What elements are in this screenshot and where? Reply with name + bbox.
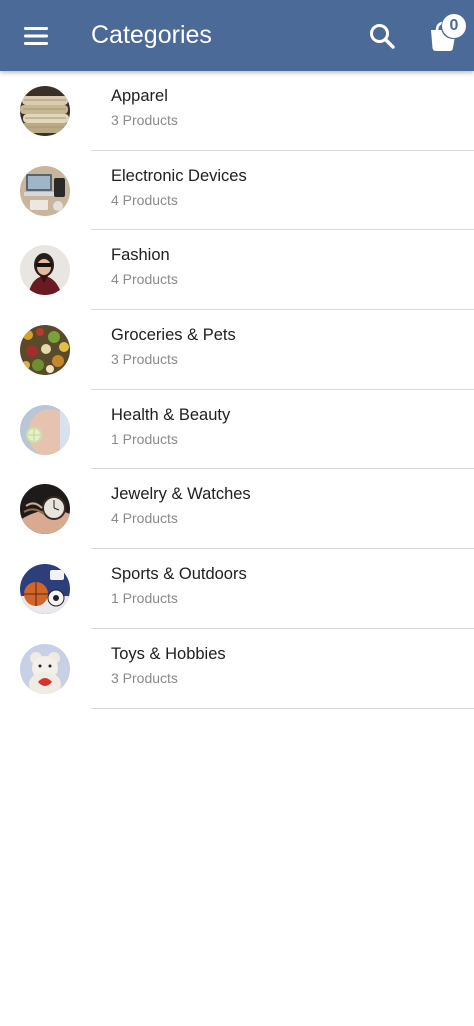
jewelry-watches-thumbnail xyxy=(20,484,70,535)
divider xyxy=(91,707,474,709)
category-name: Sports & Outdoors xyxy=(111,565,247,584)
hamburger-menu-icon xyxy=(24,27,48,45)
category-name: Jewelry & Watches xyxy=(111,485,251,504)
toys-hobbies-thumbnail xyxy=(20,643,70,694)
sports-outdoors-thumbnail xyxy=(20,564,70,615)
category-item-health-beauty[interactable]: Health & Beauty 1 Products xyxy=(0,390,474,470)
categories-screen: Categories 0 Apparel 3 Products Electron… xyxy=(0,0,474,1026)
category-item-electronic-devices[interactable]: Electronic Devices 4 Products xyxy=(0,151,474,231)
category-item-sports-outdoors[interactable]: Sports & Outdoors 1 Products xyxy=(0,549,474,629)
category-product-count: 4 Products xyxy=(111,510,178,527)
search-icon xyxy=(370,24,395,49)
electronic-devices-thumbnail xyxy=(20,165,70,216)
search-button[interactable] xyxy=(362,16,402,56)
category-item-toys-hobbies[interactable]: Toys & Hobbies 3 Products xyxy=(0,629,474,709)
category-item-groceries-pets[interactable]: Groceries & Pets 3 Products xyxy=(0,310,474,390)
category-list: Apparel 3 Products Electronic Devices 4 … xyxy=(0,71,474,709)
category-item-jewelry-watches[interactable]: Jewelry & Watches 4 Products xyxy=(0,469,474,550)
category-product-count: 3 Products xyxy=(111,112,178,128)
category-name: Toys & Hobbies xyxy=(111,644,226,663)
category-item-apparel[interactable]: Apparel 3 Products xyxy=(0,71,474,151)
cart-button[interactable]: 0 xyxy=(424,12,468,56)
category-item-fashion[interactable]: Fashion 4 Products xyxy=(0,230,474,311)
category-name: Apparel xyxy=(111,87,168,105)
app-bar: Categories 0 xyxy=(0,0,474,71)
page-title: Categories xyxy=(91,21,212,49)
category-name: Health & Beauty xyxy=(111,405,231,424)
category-product-count: 4 Products xyxy=(111,271,178,288)
category-name: Fashion xyxy=(111,246,170,265)
category-name: Electronic Devices xyxy=(111,166,247,185)
menu-button[interactable] xyxy=(16,16,56,56)
category-product-count: 4 Products xyxy=(111,191,178,208)
apparel-thumbnail xyxy=(20,86,70,136)
fashion-thumbnail xyxy=(20,245,70,296)
category-product-count: 1 Products xyxy=(111,430,178,447)
cart-count-badge: 0 xyxy=(442,14,466,38)
category-product-count: 1 Products xyxy=(111,590,178,607)
category-product-count: 3 Products xyxy=(111,669,178,686)
health-beauty-thumbnail xyxy=(20,404,70,455)
category-product-count: 3 Products xyxy=(111,351,178,368)
groceries-pets-thumbnail xyxy=(20,325,70,376)
category-name: Groceries & Pets xyxy=(111,326,236,345)
